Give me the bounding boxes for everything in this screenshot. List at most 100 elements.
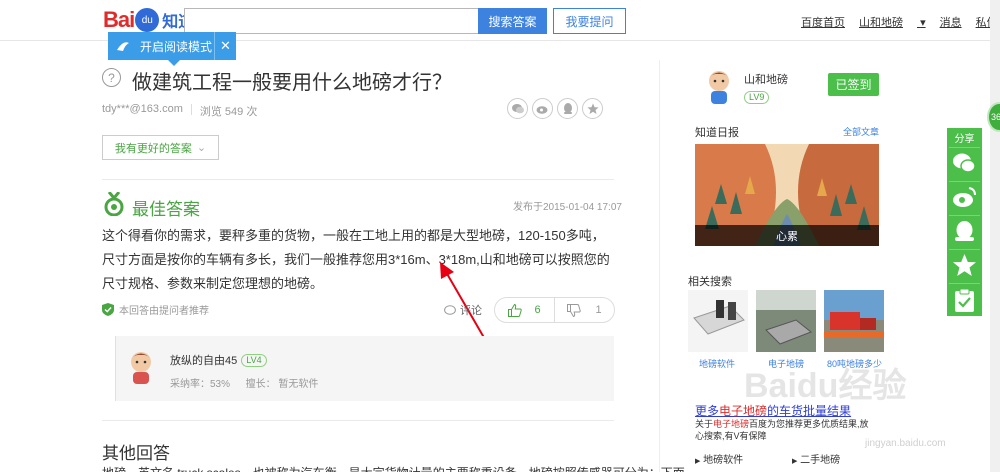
comment-icon — [444, 304, 456, 315]
answerer-level-badge: LV4 — [241, 353, 267, 367]
ad-title-pre: 更多 — [695, 404, 720, 418]
share-star-icon[interactable] — [951, 252, 978, 279]
share-divider — [949, 181, 980, 182]
link-user-menu[interactable]: 山和地磅 ▾ — [859, 14, 926, 30]
sidebar-divider — [659, 60, 660, 472]
other-answer-snippet: 地磅，英文名 truck scales，也被称为汽车衡，是大宗货物计量的主要称重… — [102, 464, 685, 472]
meta-divider — [190, 104, 192, 115]
best-answer-text: 这个得看你的需求，要秤多重的货物，一般在工地上用的都是大型地磅，120-150多… — [102, 228, 610, 291]
downvote-count: 1 — [595, 304, 602, 316]
badge-360[interactable]: 360 — [987, 102, 1000, 132]
question-title: 做建筑工程一般要用什么地磅才行？ — [132, 72, 452, 94]
user-level-badge: LV9 — [744, 91, 770, 104]
share-divider — [949, 283, 980, 284]
best-answer-heading: 最佳答案 — [132, 200, 200, 219]
reading-mode-label: 开启阅读模式 — [140, 39, 213, 54]
baidu-zhidao-logo[interactable]: Bai du 知道 — [103, 7, 194, 33]
favorite-star-icon[interactable] — [582, 98, 603, 119]
ad-description: 关于电子地磅百度为您推荐更多优质结果,放心搜索,有V有保障 — [695, 418, 870, 442]
top-links: 百度首页 山和地磅 ▾ 消息 私信 商城 — [801, 14, 1000, 30]
share-label: 分享 — [954, 134, 975, 145]
recommended-by-asker: 本回答由提问者推荐 — [102, 302, 209, 317]
answer-divider — [102, 420, 614, 421]
ad-link-2[interactable]: ▶ 二手地磅 — [792, 451, 840, 466]
all-articles-link[interactable]: 全部文章 — [843, 125, 879, 138]
ask-question-button[interactable]: 我要提问 — [553, 8, 626, 34]
signed-in-button[interactable]: 已签到 — [828, 73, 879, 96]
vote-buttons: 6 1 — [494, 297, 615, 323]
weibo-icon[interactable] — [532, 98, 553, 119]
scrollbar[interactable] — [990, 0, 1000, 472]
view-count: 浏览 549 次 — [199, 106, 258, 118]
caret-down-icon: ▾ — [920, 17, 926, 29]
ad-desc-pre: 关于 — [695, 419, 714, 429]
question-meta: tdy***@163.com 浏览 549 次 — [102, 103, 257, 119]
reading-mode-icon — [117, 42, 129, 51]
related-thumb-2[interactable] — [756, 290, 816, 352]
logo-du: du — [135, 8, 160, 32]
share-divider — [949, 147, 980, 148]
share-qq-icon[interactable] — [951, 218, 978, 245]
thumbs-up-icon — [508, 303, 523, 317]
daily-heading: 知道日报 — [695, 127, 739, 139]
better-answer-button[interactable]: 我有更好的答案 ⌄ — [102, 135, 219, 160]
other-answers-heading: 其他回答 — [102, 444, 170, 463]
related-thumb-1[interactable] — [688, 290, 748, 352]
triangle-right-icon: ▶ — [695, 458, 701, 465]
recommend-label: 本回答由提问者推荐 — [119, 306, 209, 317]
search-input[interactable] — [184, 8, 478, 34]
share-buttons — [507, 98, 607, 119]
best-answer-medal-icon — [104, 192, 124, 216]
question-icon: ? — [102, 68, 121, 87]
user-name[interactable]: 山和地磅 — [744, 71, 788, 87]
user-level-wrap: LV9 — [744, 89, 770, 104]
upvote-count: 6 — [534, 304, 541, 316]
ad-link-1[interactable]: ▶ 地磅软件 — [695, 451, 743, 466]
wechat-icon[interactable] — [507, 98, 528, 119]
answerer-card — [115, 336, 614, 401]
answerer-name-row: 放纵的自由45 LV4 — [170, 352, 267, 368]
user-avatar[interactable] — [704, 69, 734, 104]
better-answer-label: 我有更好的答案 — [114, 142, 192, 155]
user-menu-label: 山和地磅 — [859, 17, 903, 29]
share-divider — [949, 215, 980, 216]
related-label-1[interactable]: 地磅软件 — [699, 357, 735, 370]
answerer-name[interactable]: 放纵的自由45 — [170, 352, 237, 368]
shield-check-icon — [102, 303, 114, 316]
thumbs-down-icon — [567, 303, 582, 317]
ad-title-post: 的车货批量结果 — [767, 404, 852, 418]
ad-desc-em: 电子地磅 — [713, 419, 750, 429]
qq-icon[interactable] — [557, 98, 578, 119]
ad-title-em: 电子地磅 — [719, 404, 768, 418]
ad-link-2-label: 二手地磅 — [800, 455, 841, 466]
watermark-url: jingyan.baidu.com — [865, 438, 946, 449]
close-icon[interactable]: ✕ — [214, 32, 236, 60]
watermark-text: Baidu经验 — [744, 367, 907, 405]
answerer-specialty: 擅长： 暂无软件 — [245, 379, 319, 390]
daily-caption: 心累 — [695, 225, 879, 246]
share-divider — [949, 249, 980, 250]
question-divider — [102, 179, 614, 180]
logo-bai: Bai — [103, 7, 135, 32]
share-wechat-icon[interactable] — [951, 150, 978, 177]
answerer-avatar[interactable] — [125, 350, 157, 384]
chevron-down-icon: ⌄ — [196, 142, 207, 154]
link-baidu-home[interactable]: 百度首页 — [801, 14, 845, 30]
comment-label: 评论 — [460, 305, 482, 317]
share-clipboard-icon[interactable] — [951, 287, 978, 314]
search-answer-button[interactable]: 搜索答案 — [478, 8, 547, 34]
downvote-button[interactable]: 1 — [555, 298, 614, 322]
related-search-heading: 相关搜索 — [688, 276, 732, 288]
upvote-button[interactable]: 6 — [495, 298, 555, 322]
asker-name[interactable]: tdy***@163.com — [102, 103, 183, 119]
comment-button[interactable]: 评论 — [444, 302, 482, 318]
answer-date: 发布于2015-01-04 17:07 — [513, 202, 622, 213]
reading-mode-tooltip[interactable]: 开启阅读模式 ✕ — [108, 32, 236, 66]
ad-title-link[interactable]: 更多电子地磅的车货批量结果 — [695, 402, 851, 419]
ad-link-1-label: 地磅软件 — [703, 455, 744, 466]
adoption-rate: 采纳率：53% — [170, 379, 231, 390]
related-thumb-3[interactable] — [824, 290, 884, 352]
share-weibo-icon[interactable] — [951, 184, 978, 211]
page: Bai du 知道 搜索答案 我要提问 百度首页 山和地磅 ▾ 消息 私信 商城… — [0, 0, 1000, 472]
link-messages[interactable]: 消息 — [940, 14, 962, 30]
